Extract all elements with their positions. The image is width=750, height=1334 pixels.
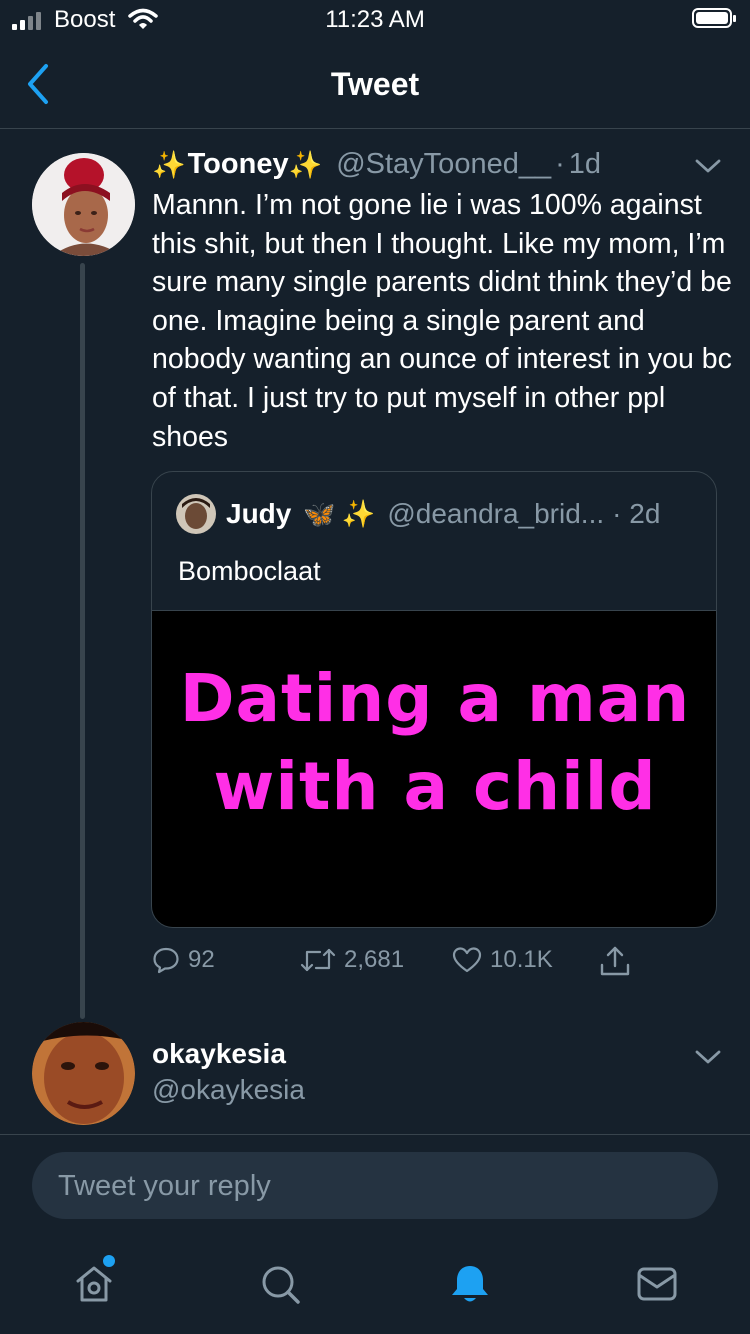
sparkles-emoji: ✨ bbox=[288, 149, 323, 180]
chevron-down-icon[interactable] bbox=[694, 156, 722, 176]
butterfly-emoji: 🦋 bbox=[303, 498, 336, 529]
quoted-author-handle: @deandra_brid... bbox=[387, 498, 605, 529]
divider bbox=[0, 1134, 750, 1135]
new-content-indicator bbox=[103, 1255, 115, 1267]
meta-separator: · bbox=[555, 148, 565, 180]
author-name[interactable]: Tooney bbox=[188, 148, 289, 181]
retweet-icon bbox=[300, 948, 336, 972]
reply-user-handle[interactable]: @okaykesia bbox=[152, 1074, 305, 1106]
quoted-author-avatar bbox=[176, 494, 216, 534]
status-time: 11:23 AM bbox=[325, 6, 425, 33]
battery-icon bbox=[692, 8, 736, 28]
tweet-body: Mannn. I’m not gone lie i was 100% again… bbox=[152, 189, 732, 453]
quoted-author-name: Judy bbox=[226, 498, 292, 529]
reply-count: 92 bbox=[188, 946, 215, 973]
status-bar: Boost 11:23 AM bbox=[0, 0, 750, 40]
quoted-media-image[interactable]: Dating a man with a child bbox=[152, 610, 716, 927]
share-icon[interactable] bbox=[598, 944, 632, 978]
search-icon[interactable] bbox=[260, 1264, 302, 1306]
retweet-button[interactable]: 2,681 bbox=[300, 946, 404, 974]
home-icon[interactable] bbox=[74, 1264, 114, 1304]
reply-button[interactable]: 92 bbox=[152, 946, 215, 974]
quoted-tweet-body: Bomboclaat bbox=[178, 556, 321, 586]
messages-icon[interactable] bbox=[636, 1266, 678, 1302]
author-avatar[interactable] bbox=[32, 153, 135, 256]
heart-icon bbox=[452, 947, 482, 973]
reply-user-avatar[interactable] bbox=[32, 1022, 135, 1125]
thread-connector-line bbox=[80, 263, 85, 1019]
quoted-tweet-header: Judy 🦋 ✨ @deandra_brid... · 2d bbox=[176, 494, 660, 534]
media-caption-line-1: Dating a man bbox=[179, 660, 691, 737]
like-button[interactable]: 10.1K bbox=[452, 946, 553, 974]
page-title: Tweet bbox=[330, 66, 420, 102]
chevron-down-icon[interactable] bbox=[694, 1047, 722, 1067]
nav-bar: Tweet bbox=[0, 44, 750, 129]
like-count: 10.1K bbox=[490, 946, 553, 973]
reply-icon bbox=[153, 947, 179, 974]
quoted-tweet[interactable]: Judy 🦋 ✨ @deandra_brid... · 2d Bomboclaa… bbox=[151, 471, 717, 928]
author-handle[interactable]: @StayTooned__ bbox=[336, 148, 551, 181]
sparkles-emoji: ✨ bbox=[152, 149, 186, 180]
reply-placeholder: Tweet your reply bbox=[58, 1170, 271, 1202]
tweet-actions: 92 2,681 10.1K bbox=[152, 944, 672, 984]
sparkles-emoji: ✨ bbox=[341, 499, 376, 529]
reply-input[interactable]: Tweet your reply bbox=[32, 1152, 718, 1219]
tweet-time: 1d bbox=[568, 148, 602, 180]
retweet-count: 2,681 bbox=[344, 946, 405, 973]
tweet-header: ✨ Tooney ✨ @StayTooned__ · 1d bbox=[152, 148, 601, 181]
quoted-tweet-time: · 2d bbox=[612, 498, 661, 529]
media-caption: Dating a man with a child bbox=[152, 655, 716, 831]
notifications-icon[interactable] bbox=[448, 1262, 492, 1306]
media-caption-line-2: with a child bbox=[213, 748, 657, 825]
reply-user-name[interactable]: okaykesia bbox=[152, 1038, 286, 1070]
